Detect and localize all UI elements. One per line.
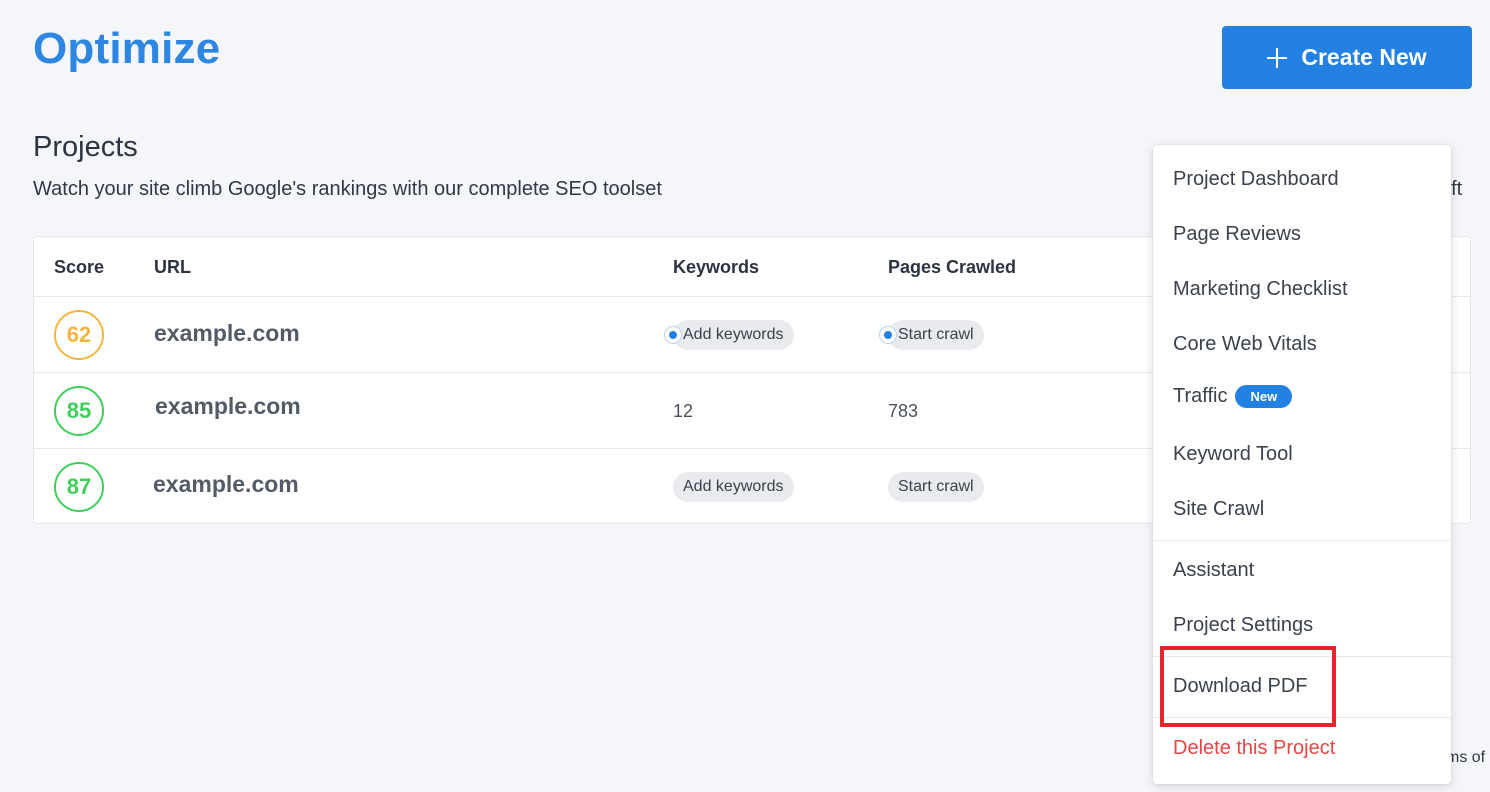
menu-item-page-reviews[interactable]: Page Reviews — [1173, 223, 1301, 246]
menu-divider — [1153, 540, 1451, 541]
partially-hidden-pagination-text: ms of — [1446, 749, 1486, 766]
menu-item-assistant[interactable]: Assistant — [1173, 559, 1254, 582]
create-new-button[interactable]: Create New — [1222, 26, 1472, 89]
highlight-box — [1160, 646, 1336, 727]
column-keywords[interactable]: Keywords — [673, 257, 759, 278]
highlight-dot-icon — [879, 326, 897, 344]
menu-item-keyword-tool[interactable]: Keyword Tool — [1173, 443, 1293, 466]
project-url[interactable]: example.com — [155, 393, 301, 420]
start-crawl-button[interactable]: Start crawl — [888, 472, 984, 502]
app-title: Optimize — [33, 24, 221, 73]
menu-item-project-dashboard[interactable]: Project Dashboard — [1173, 168, 1339, 191]
page-title: Projects — [33, 131, 138, 163]
score-badge: 62 — [54, 310, 104, 360]
menu-item-site-crawl[interactable]: Site Crawl — [1173, 498, 1264, 521]
menu-item-project-settings[interactable]: Project Settings — [1173, 614, 1313, 637]
menu-item-traffic-label: Traffic — [1173, 385, 1228, 407]
column-url[interactable]: URL — [154, 257, 191, 278]
add-keywords-button[interactable]: Add keywords — [673, 472, 794, 502]
page-subtitle: Watch your site climb Google's rankings … — [33, 178, 662, 200]
menu-item-marketing-checklist[interactable]: Marketing Checklist — [1173, 278, 1348, 301]
add-keywords-button[interactable]: Add keywords — [664, 320, 794, 350]
project-url[interactable]: example.com — [153, 471, 299, 498]
add-keywords-label: Add keywords — [683, 326, 784, 343]
score-badge: 87 — [54, 462, 104, 512]
keywords-count: 12 — [673, 401, 694, 421]
menu-item-traffic[interactable]: Traffic New — [1173, 385, 1293, 408]
score-badge: 85 — [54, 386, 104, 436]
start-crawl-button[interactable]: Start crawl — [879, 320, 984, 350]
menu-item-delete-project[interactable]: Delete this Project — [1173, 737, 1335, 760]
plus-icon — [1267, 47, 1288, 68]
project-url[interactable]: example.com — [154, 320, 300, 347]
start-crawl-label: Start crawl — [898, 326, 974, 343]
menu-item-core-web-vitals[interactable]: Core Web Vitals — [1173, 333, 1317, 356]
highlight-dot-icon — [664, 326, 682, 344]
pages-crawled-count: 783 — [888, 401, 919, 421]
new-badge: New — [1235, 385, 1293, 408]
column-pages-crawled[interactable]: Pages Crawled — [888, 257, 1016, 278]
create-new-label: Create New — [1301, 44, 1427, 70]
column-score[interactable]: Score — [54, 257, 104, 278]
